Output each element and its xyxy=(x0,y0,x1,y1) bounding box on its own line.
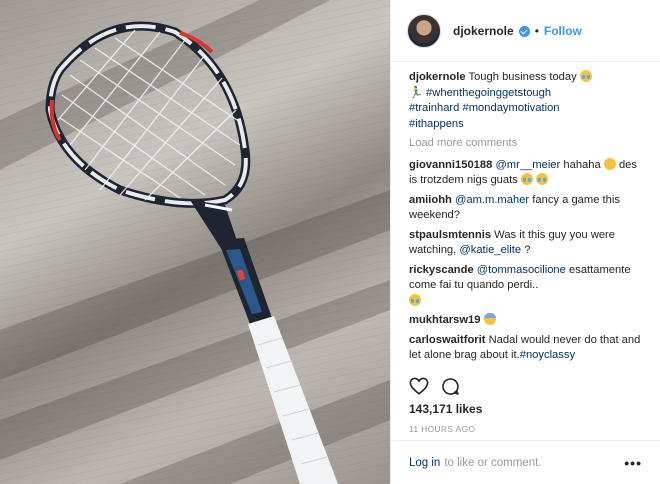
action-bar xyxy=(409,377,460,396)
crying-emoji-icon xyxy=(579,70,592,82)
comment-item: rickyscande @tommasocilione esattamente … xyxy=(409,263,645,310)
more-options-icon[interactable]: ••• xyxy=(624,455,642,471)
comment-text: ? xyxy=(521,244,531,256)
post-photo xyxy=(0,0,390,484)
header-username[interactable]: djokernole xyxy=(453,24,514,38)
comment-username[interactable]: rickyscande xyxy=(409,264,474,276)
tennis-racket-image xyxy=(0,0,390,484)
comment-item: amiiohh @am.m.maher fancy a game this we… xyxy=(409,193,645,224)
mention-link[interactable]: @katie_elite xyxy=(459,244,521,256)
separator-dot: • xyxy=(534,23,539,38)
verified-badge-icon xyxy=(518,26,530,37)
login-link[interactable]: Log in xyxy=(409,457,440,469)
comment-username[interactable]: carloswaitforit xyxy=(409,334,485,346)
comment-item: mukhtarsw19 xyxy=(409,313,645,329)
hashtag-link[interactable]: #noyclassy xyxy=(520,349,575,361)
load-more-comments-button[interactable]: Load more comments xyxy=(409,136,645,152)
comment-username[interactable]: stpaulsmtennis xyxy=(409,229,491,241)
mention-link[interactable]: @am.m.maher xyxy=(455,194,529,206)
crying-emoji-icon xyxy=(409,293,421,306)
comment-username[interactable]: giovanni150188 xyxy=(409,159,492,171)
comment-text: hahaha xyxy=(560,158,604,171)
crying-emoji-icon xyxy=(520,173,533,185)
crying-emoji-icon xyxy=(536,173,549,185)
hashtag-link[interactable]: #trainhard xyxy=(409,102,459,114)
mention-link[interactable]: @tommasocilione xyxy=(477,264,566,276)
login-prompt-text: to like or comment. xyxy=(444,456,542,469)
runner-emoji-icon: 🏃‍♂️ xyxy=(409,86,423,99)
login-footer: Log in to like or comment. ••• xyxy=(391,440,660,484)
mention-link[interactable]: @mr__meier xyxy=(495,159,560,171)
post-timestamp[interactable]: 11 HOURS AGO xyxy=(409,424,475,434)
comments-list: djokernole Tough business today 🏃‍♂️ #wh… xyxy=(409,70,645,370)
comment-item: carloswaitforit Nadal would never do tha… xyxy=(409,333,645,364)
post-side-panel: djokernole • Follow djokernole Tough bus… xyxy=(390,0,660,484)
follow-button[interactable]: Follow xyxy=(544,24,582,38)
hashtag-link[interactable]: #ithappens xyxy=(409,118,464,130)
smirk-emoji-icon xyxy=(603,157,616,170)
caption: djokernole Tough business today 🏃‍♂️ #wh… xyxy=(409,70,645,132)
comment-username[interactable]: amiiohh xyxy=(409,194,452,206)
avatar[interactable] xyxy=(407,13,441,48)
likes-count[interactable]: 143,171 likes xyxy=(409,402,482,416)
hashtag-link[interactable]: #mondaymotivation xyxy=(463,102,560,114)
comment-item: stpaulsmtennis Was it this guy you were … xyxy=(409,228,645,259)
hashtag-link[interactable]: #whenthegoinggetstough xyxy=(426,87,551,99)
fearful-emoji-icon xyxy=(483,313,496,325)
instagram-post: djokernole • Follow djokernole Tough bus… xyxy=(0,0,660,484)
comment-username[interactable]: mukhtarsw19 xyxy=(409,314,481,326)
comment-item: giovanni150188 @mr__meier hahaha des is … xyxy=(409,157,645,189)
heart-outline-icon[interactable] xyxy=(409,377,429,396)
comment-bubble-icon[interactable] xyxy=(441,377,460,396)
caption-username[interactable]: djokernole xyxy=(409,71,466,83)
caption-text: Tough business today xyxy=(468,71,577,83)
post-header: djokernole • Follow xyxy=(391,0,660,62)
